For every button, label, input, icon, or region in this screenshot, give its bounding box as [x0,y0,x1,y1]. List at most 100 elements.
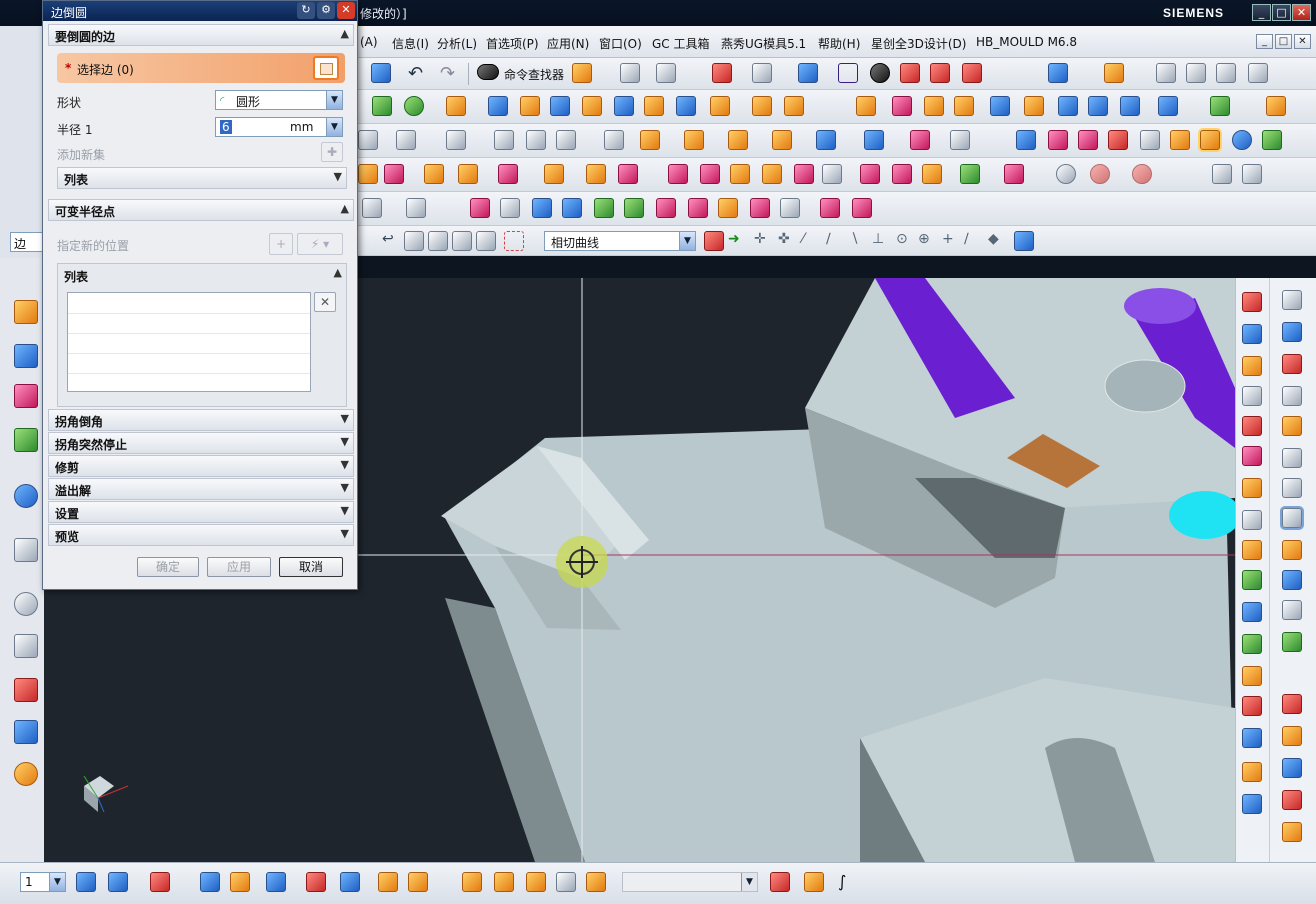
freeform-1-icon[interactable] [470,198,490,218]
binoculars-icon[interactable] [477,64,499,80]
delete-face-icon[interactable] [990,96,1010,116]
reuse-library-icon[interactable] [14,428,38,452]
measure-angle-icon[interactable] [408,872,428,892]
sheet-16-icon[interactable] [892,164,912,184]
system-materials-icon[interactable] [14,634,38,658]
close-button[interactable]: ✕ [1292,4,1311,21]
variable-points-list[interactable] [67,292,311,392]
show-hide-3-icon[interactable] [340,872,360,892]
feature-8-icon[interactable] [950,130,970,150]
surface-2-icon[interactable] [1088,96,1108,116]
sketch-curve-icon[interactable] [1156,63,1176,83]
menu-item-gc-toolbox[interactable]: GC 工具箱 [652,35,710,52]
rpal2-bolt-icon[interactable] [1282,570,1302,590]
snap-point-2-icon[interactable]: ✜ [778,231,798,251]
rectangle-select-icon[interactable] [504,231,524,251]
wave-2-icon[interactable] [804,872,824,892]
part-navigator-icon[interactable] [14,384,38,408]
manufacturing-wizard-icon[interactable] [14,720,38,744]
assembly-5-icon[interactable] [586,872,606,892]
chevron-down-icon[interactable]: ▼ [326,91,342,109]
chevron-down-icon[interactable]: ▼ [679,232,695,250]
rpal2-tools-icon[interactable] [1282,508,1302,528]
menu-item-window[interactable]: 窗口(O) [599,35,642,52]
reset-icon[interactable]: ↻ [297,2,315,19]
sheet-2-icon[interactable] [384,164,404,184]
chevron-down-icon[interactable]: ▼ [49,873,65,891]
rpal-stack-icon[interactable] [1242,540,1262,560]
chevron-down-icon[interactable]: ▼ [341,435,349,448]
offset-face-icon[interactable] [644,96,664,116]
rpal2-bracket-icon[interactable] [1282,726,1302,746]
history-icon[interactable] [14,592,38,616]
freeform-13-icon[interactable] [852,198,872,218]
draft-icon[interactable] [614,96,634,116]
freeform-9-icon[interactable] [718,198,738,218]
transform-icon[interactable] [200,872,220,892]
freeform-3-icon[interactable] [532,198,552,218]
feature-5-icon[interactable] [816,130,836,150]
process-studio-icon[interactable] [14,678,38,702]
snap-on-curve-icon[interactable]: ∕ [964,231,984,251]
sheet-15-icon[interactable] [860,164,880,184]
edit-display-icon[interactable] [230,872,250,892]
snap-control-icon[interactable]: ∖ [850,231,870,251]
analysis-2-icon[interactable] [1242,164,1262,184]
undo-icon[interactable]: ↶ [408,63,428,84]
chevron-up-icon[interactable]: ▲ [341,27,349,40]
minimize-button[interactable]: _ [1252,4,1271,21]
rpal2-layers-icon[interactable] [1282,448,1302,468]
pull-face-icon[interactable] [892,96,912,116]
clip-cube-icon[interactable] [962,63,982,83]
show-hide-2-icon[interactable] [306,872,326,892]
display-3-icon[interactable] [1078,130,1098,150]
section-variable-header[interactable]: 可变半径点 ▲ [48,199,354,221]
section-corner-setback[interactable]: 拐角倒角 ▼ [48,409,354,431]
replace-face-icon[interactable] [924,96,944,116]
select-edge-cube-icon[interactable] [313,56,339,80]
menu-item-hb-mould[interactable]: HB_MOULD M6.8 [976,35,1077,49]
chamfer-icon[interactable] [550,96,570,116]
select-face-icon[interactable] [404,231,424,251]
select-filter-icon[interactable] [656,63,676,83]
chevron-up-icon[interactable]: ▲ [341,202,349,215]
fit-view-icon[interactable] [712,63,732,83]
snap-existing-icon[interactable]: + [942,231,962,251]
trim-body-icon[interactable] [676,96,696,116]
remove-point-icon[interactable]: ✕ [314,292,336,312]
freeform-7-icon[interactable] [656,198,676,218]
roles-icon[interactable] [14,762,38,786]
freeform-2-icon[interactable] [500,198,520,218]
curve-edit-icon[interactable] [1186,63,1206,83]
user-icon[interactable] [1232,130,1252,150]
display-1-icon[interactable] [1016,130,1036,150]
section-preview[interactable]: 预览 ▼ [48,524,354,546]
snap-point-1-icon[interactable]: ✛ [754,231,774,251]
wireframe-cube-icon[interactable] [838,63,858,83]
chevron-down-icon[interactable]: ▼ [341,412,349,425]
assembly-filter-select[interactable]: ▼ [622,872,758,892]
assembly-3-icon[interactable] [526,872,546,892]
section-settings[interactable]: 设置 ▼ [48,501,354,523]
feature-3-icon[interactable] [728,130,748,150]
view-orient-icon[interactable] [752,63,772,83]
curve-a-icon[interactable] [362,198,382,218]
rpal-check-icon[interactable] [1242,634,1262,654]
layer-settings-icon[interactable] [76,872,96,892]
follow-fillet-icon[interactable]: ➜ [728,231,748,251]
section-edges-header[interactable]: 要倒圆的边 ▲ [48,24,354,46]
shell-icon[interactable] [582,96,602,116]
rpal-page-icon[interactable] [1242,386,1262,406]
menu-item-yanxiu[interactable]: 燕秀UG模具5.1 [721,35,806,52]
offset-curve-icon[interactable] [1216,63,1236,83]
sheet-6-icon[interactable] [544,164,564,184]
select-body-icon[interactable] [428,231,448,251]
library-icon[interactable] [1210,96,1230,116]
menu-item-application[interactable]: 应用(N) [547,35,589,52]
menu-item-preferences[interactable]: 首选项(P) [486,35,539,52]
freeform-10-icon[interactable] [750,198,770,218]
sheet-13-icon[interactable] [794,164,814,184]
project-curve-icon[interactable] [1248,63,1268,83]
sheet-10-icon[interactable] [700,164,720,184]
section-stop-short[interactable]: 拐角突然停止 ▼ [48,432,354,454]
